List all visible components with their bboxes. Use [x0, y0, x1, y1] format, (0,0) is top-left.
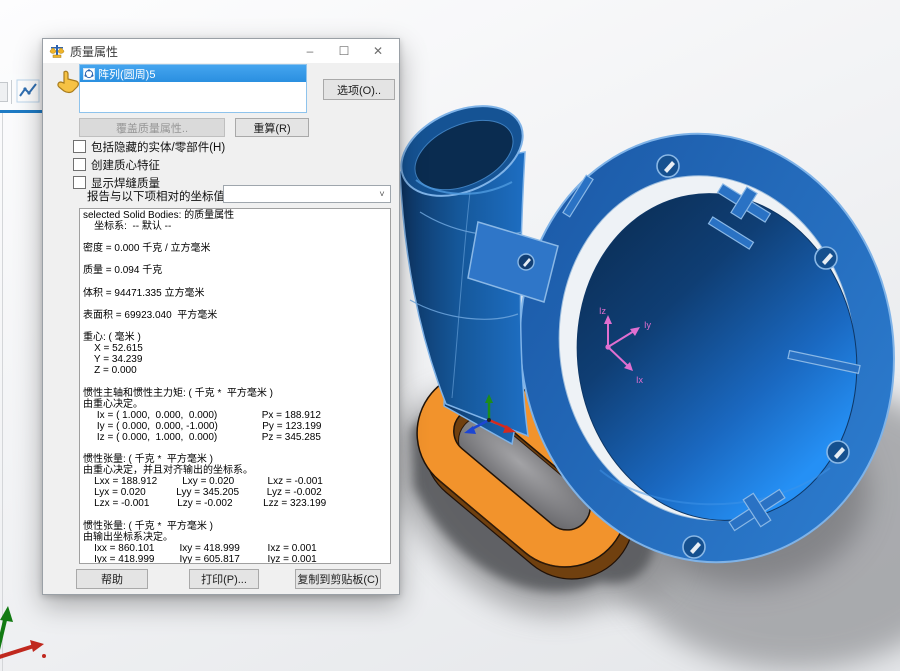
scale-balance-icon [49, 43, 65, 59]
coordinate-system-combobox[interactable]: ˅ [223, 185, 391, 203]
bolt-hole[interactable] [518, 254, 534, 270]
bolt-hole[interactable] [827, 441, 849, 463]
report-coordinate-label: 报告与以下项相对的坐标值: [87, 188, 228, 204]
principal-axis-label-y: Iy [644, 320, 652, 330]
selected-list-item[interactable]: 阵列(圆周)5 [80, 65, 306, 82]
toolbar-button-partial[interactable] [0, 82, 8, 102]
selected-item-label: 阵列(圆周)5 [98, 66, 155, 82]
selection-listbox[interactable]: 阵列(圆周)5 [79, 64, 307, 113]
panel-edge-line [2, 113, 3, 671]
mass-properties-dialog: 质量属性 – ☐ ✕ 阵列(圆周)5 选项(O).. 覆盖质量属性.. 重算(R… [42, 38, 400, 595]
bolt-hole[interactable] [657, 155, 679, 177]
mass-properties-text: selected Solid Bodies: 的质量属性 坐标系: -- 默认 … [80, 209, 390, 564]
checkbox-label: 包括隐藏的实体/零部件(H) [91, 139, 225, 155]
checkbox-row-include-hidden[interactable]: 包括隐藏的实体/零部件(H) [73, 139, 225, 154]
view-orientation-triad [0, 598, 64, 671]
graphics-area-border [0, 110, 46, 113]
checkbox[interactable] [73, 158, 86, 171]
override-mass-properties-button[interactable]: 覆盖质量属性.. [79, 118, 225, 137]
bolt-hole[interactable] [683, 536, 705, 558]
hand-cursor-icon [55, 69, 81, 95]
checkbox[interactable] [73, 140, 86, 153]
principal-axis-label-z: Iz [599, 306, 607, 316]
checkbox-label: 创建质心特征 [91, 157, 160, 173]
copy-to-clipboard-button[interactable]: 复制到剪贴板(C) [295, 569, 381, 589]
checkbox[interactable] [73, 176, 86, 189]
dialog-titlebar[interactable]: 质量属性 – ☐ ✕ [43, 39, 399, 63]
bolt-hole[interactable] [815, 247, 837, 269]
recalculate-button[interactable]: 重算(R) [235, 118, 309, 137]
mass-properties-results[interactable]: selected Solid Bodies: 的质量属性 坐标系: -- 默认 … [79, 208, 391, 564]
options-button[interactable]: 选项(O).. [323, 79, 395, 100]
chevron-down-icon[interactable]: ˅ [374, 189, 390, 199]
minimize-button[interactable]: – [293, 39, 327, 63]
dialog-title: 质量属性 [70, 43, 118, 60]
toolbar-separator [11, 80, 12, 104]
close-button[interactable]: ✕ [361, 39, 395, 63]
help-button[interactable]: 帮助 [76, 569, 148, 589]
principal-axis-label-x: Ix [636, 375, 644, 385]
maximize-button[interactable]: ☐ [327, 39, 361, 63]
print-button[interactable]: 打印(P)... [189, 569, 259, 589]
evaluate-chart-icon[interactable] [16, 79, 40, 103]
circular-pattern-feature-icon [83, 68, 95, 80]
checkbox-row-create-com[interactable]: 创建质心特征 [73, 157, 160, 172]
toolbar-fragment [0, 74, 46, 110]
